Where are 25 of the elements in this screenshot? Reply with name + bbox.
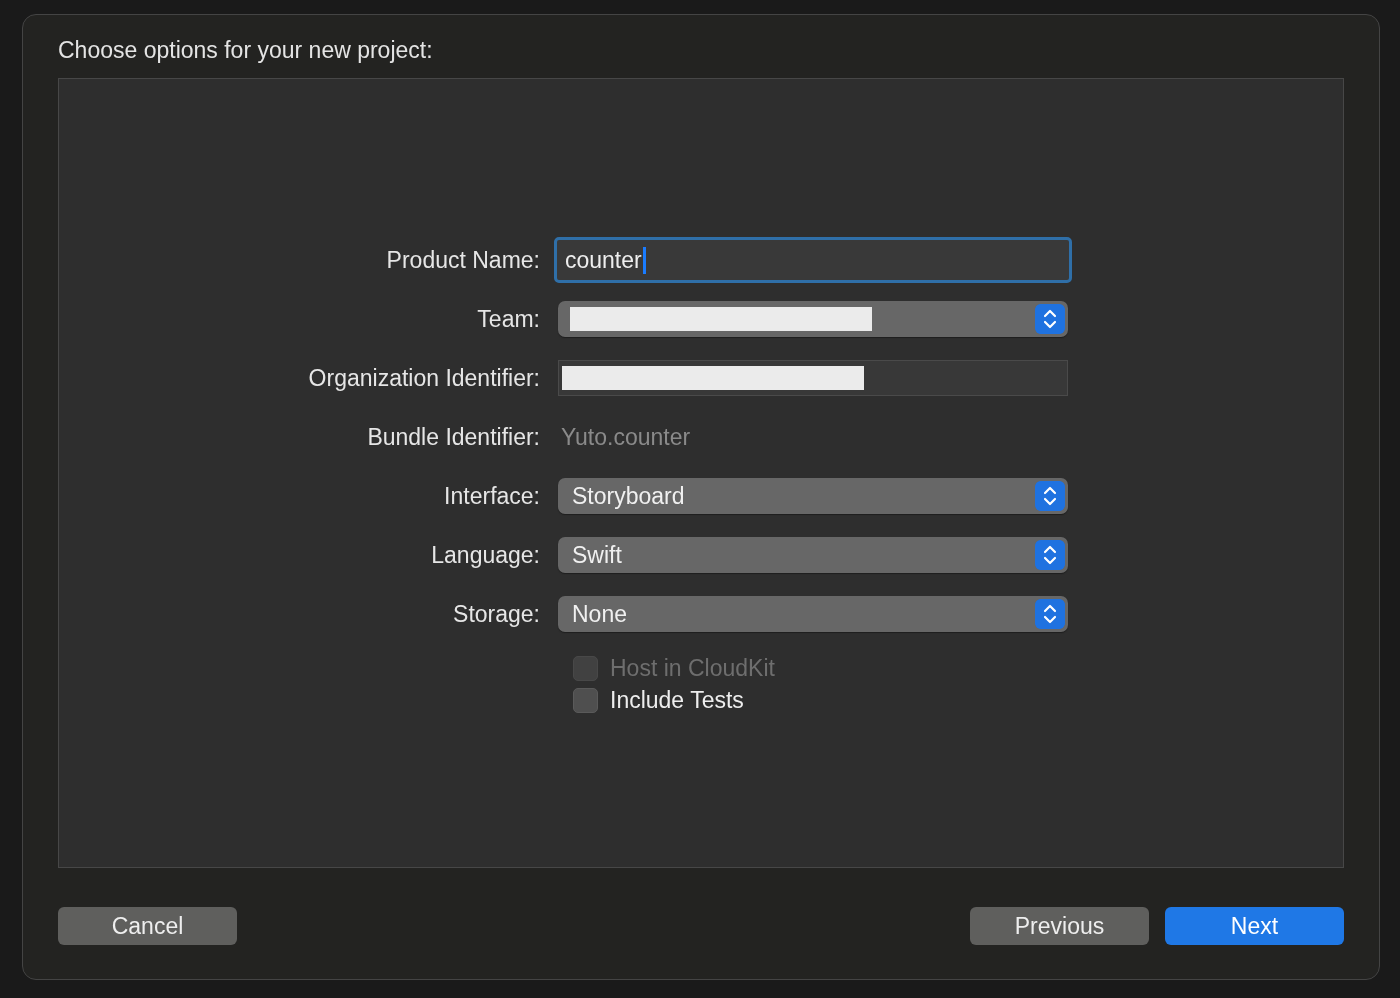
field-label: Organization Identifier: [308,364,540,392]
team-popup[interactable] [558,301,1068,337]
checkbox-label: Include Tests [610,686,744,714]
popup-button[interactable]: Storyboard [558,478,1068,514]
stepper-icon [1035,304,1065,334]
product-name-field[interactable]: counter [554,237,1072,283]
field-label: Product Name: [386,246,540,274]
next-button[interactable]: Next [1165,907,1344,945]
dialog-button[interactable]: Previous [970,907,1149,945]
field-label: Bundle Identifier: [367,423,540,451]
dialog-button[interactable]: Cancel [58,907,237,945]
stepper-icon [1035,540,1065,570]
bundle-identifier-value: Yuto.counter [561,423,691,451]
dialog-title: Choose options for your new project: [58,37,433,64]
stepper-icon [1035,599,1065,629]
popup-button[interactable]: Swift [558,537,1068,573]
field-label: Team: [477,305,540,333]
field-label: Interface: [444,482,540,510]
checkbox[interactable] [573,687,598,713]
stepper-icon [1035,481,1065,511]
field-label: Storage: [453,600,540,628]
identifier-field[interactable] [558,360,1068,396]
popup-button[interactable]: None [558,596,1068,632]
checkbox-label: Host in CloudKit [610,654,775,682]
field-label: Language: [431,541,540,569]
